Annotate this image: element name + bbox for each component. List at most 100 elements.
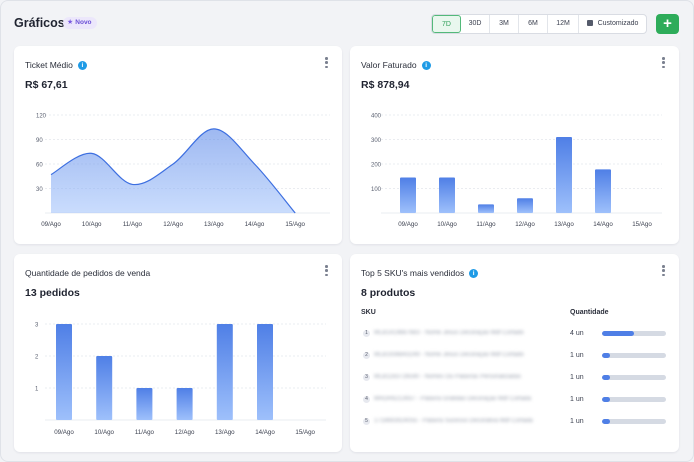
row-index: 1 xyxy=(363,330,370,337)
range-custom-label: Customizado xyxy=(597,20,639,27)
row-index: 2 xyxy=(363,352,370,359)
card-quantidade-pedidos: Quantidade de pedidos de venda 13 pedido… xyxy=(14,254,342,452)
y-tick-label: 120 xyxy=(36,114,47,120)
x-tick-label: 15/Ago xyxy=(632,221,652,228)
bar xyxy=(96,356,113,420)
x-tick-label: 13/Ago xyxy=(215,429,235,436)
quantity-bar xyxy=(602,353,666,358)
table-row[interactable]: 4 MRDR6213937 - Palavra Gratidão Decoraç… xyxy=(361,394,671,406)
star-icon: ★ xyxy=(67,19,74,26)
table-row[interactable]: 3 MLB1163726590 - Nomes Ou Palavras Pers… xyxy=(361,372,671,384)
header-bar: Gráficos ★ Novo 7D 30D 3M 6M 12M Customi… xyxy=(1,1,693,45)
y-tick-label: 400 xyxy=(371,114,382,120)
x-tick-label: 12/Ago xyxy=(163,221,183,228)
y-tick-label: 200 xyxy=(371,163,382,169)
bar xyxy=(56,324,72,420)
x-tick-label: 09/Ago xyxy=(54,429,74,436)
sku-name: MLB1936843249 - Nome Jesus Decoração Mdf… xyxy=(374,352,524,358)
row-index: 4 xyxy=(363,396,370,403)
bar xyxy=(556,137,572,213)
quantity-bar xyxy=(602,375,666,380)
area-fill xyxy=(51,128,296,213)
range-7d-button[interactable]: 7D xyxy=(432,15,461,33)
info-icon[interactable]: i xyxy=(469,268,479,278)
sku-name: MRDR6213937 - Palavra Gratidão Decoração… xyxy=(374,396,532,402)
x-tick-label: 11/Ago xyxy=(476,221,496,228)
sku-column-header: SKU xyxy=(361,309,376,316)
range-6m-button[interactable]: 6M xyxy=(519,15,548,33)
x-tick-label: 12/Ago xyxy=(515,221,535,228)
card-title-label: Top 5 SKU's mais vendidos xyxy=(361,268,465,278)
x-tick-label: 11/Ago xyxy=(135,429,155,436)
x-tick-label: 15/Ago xyxy=(285,221,305,228)
sku-name: MLB1163726590 - Nomes Ou Palavras Person… xyxy=(374,374,521,380)
dashboard-frame: Gráficos ★ Novo 7D 30D 3M 6M 12M Customi… xyxy=(0,0,694,462)
range-30d-button[interactable]: 30D xyxy=(461,15,490,33)
bar xyxy=(439,177,455,213)
quantity-bar xyxy=(602,331,666,336)
new-badge: ★ Novo xyxy=(63,17,97,29)
sku-quantity: 4 un xyxy=(570,330,584,337)
bar xyxy=(136,388,153,420)
sku-quantity: 1 un xyxy=(570,418,584,425)
y-tick-label: 3 xyxy=(35,323,39,329)
sku-name: MLB1419887683 - Nome Jesus Decoração Mdf… xyxy=(374,330,524,336)
x-tick-label: 15/Ago xyxy=(295,429,315,436)
x-tick-label: 13/Ago xyxy=(554,221,574,228)
card-value: 8 produtos xyxy=(361,287,416,299)
calendar-icon xyxy=(586,19,593,26)
card-ticket-medio: Ticket Médio i R$ 67,61 30 60 90 120 09/Ago 1… xyxy=(14,46,342,244)
orders-bar-chart: 1 2 3 09/Ago 10/Ago 11/Ago 12/Ago 13/Ago 14/Ago 1… xyxy=(35,323,326,436)
bar xyxy=(400,177,416,213)
x-tick-label: 12/Ago xyxy=(175,429,195,436)
sku-name: 1718693924055 - Palavra Sucesso Decorati… xyxy=(374,418,533,424)
sku-quantity: 1 un xyxy=(570,396,584,403)
card-top-sku: Top 5 SKU's mais vendidos i 8 produtos S… xyxy=(350,254,679,452)
y-tick-label: 2 xyxy=(35,355,39,361)
row-index: 5 xyxy=(363,418,370,425)
card-title: Top 5 SKU's mais vendidos i xyxy=(361,268,479,278)
bar xyxy=(176,388,193,420)
revenue-bar-chart: 100 200 300 400 09/Ago 10/Ago 11/Ago 12/Ago 13/A… xyxy=(371,114,662,228)
x-tick-label: 11/Ago xyxy=(123,221,143,228)
quantity-bar xyxy=(602,397,666,402)
table-row[interactable]: 2 MLB1936843249 - Nome Jesus Decoração M… xyxy=(361,350,671,362)
date-range-selector: 7D 30D 3M 6M 12M Customizado xyxy=(431,14,647,34)
sku-quantity: 1 un xyxy=(570,352,584,359)
new-badge-label: Novo xyxy=(75,19,92,26)
x-tick-label: 09/Ago xyxy=(41,221,61,228)
range-12m-button[interactable]: 12M xyxy=(548,15,579,33)
range-3m-button[interactable]: 3M xyxy=(490,15,519,33)
quantity-bar xyxy=(602,419,666,424)
ticket-area-chart: 30 60 90 120 09/Ago 10/Ago 11/Ago 12/Ago 13/Ago 1… xyxy=(36,114,330,228)
more-options-icon[interactable] xyxy=(662,265,665,276)
bar xyxy=(595,169,611,213)
card-valor-faturado: Valor Faturado i R$ 878,94 100 200 300 400 0… xyxy=(350,46,679,244)
x-tick-label: 09/Ago xyxy=(398,221,418,228)
range-custom-button[interactable]: Customizado xyxy=(579,15,646,33)
x-tick-label: 14/Ago xyxy=(255,429,275,436)
y-tick-label: 90 xyxy=(36,138,43,144)
bar xyxy=(478,204,494,213)
x-tick-label: 10/Ago xyxy=(94,429,114,436)
y-tick-label: 1 xyxy=(35,387,39,393)
table-row[interactable]: 5 1718693924055 - Palavra Sucesso Decora… xyxy=(361,416,671,428)
x-tick-label: 10/Ago xyxy=(82,221,102,228)
table-row[interactable]: 1 MLB1419887683 - Nome Jesus Decoração M… xyxy=(361,328,671,340)
y-tick-label: 100 xyxy=(371,187,382,193)
bar xyxy=(257,324,273,420)
bar xyxy=(517,198,533,213)
x-tick-label: 14/Ago xyxy=(593,221,613,228)
bar xyxy=(216,324,233,420)
x-tick-label: 14/Ago xyxy=(245,221,265,228)
x-tick-label: 13/Ago xyxy=(204,221,224,228)
y-tick-label: 60 xyxy=(36,163,43,169)
add-button[interactable]: + xyxy=(656,14,679,34)
sku-quantity: 1 un xyxy=(570,374,584,381)
y-tick-label: 300 xyxy=(371,138,382,144)
page-title: Gráficos xyxy=(14,16,65,30)
x-tick-label: 10/Ago xyxy=(437,221,457,228)
quantity-column-header: Quantidade xyxy=(570,309,609,316)
y-tick-label: 30 xyxy=(36,187,43,193)
row-index: 3 xyxy=(363,374,370,381)
